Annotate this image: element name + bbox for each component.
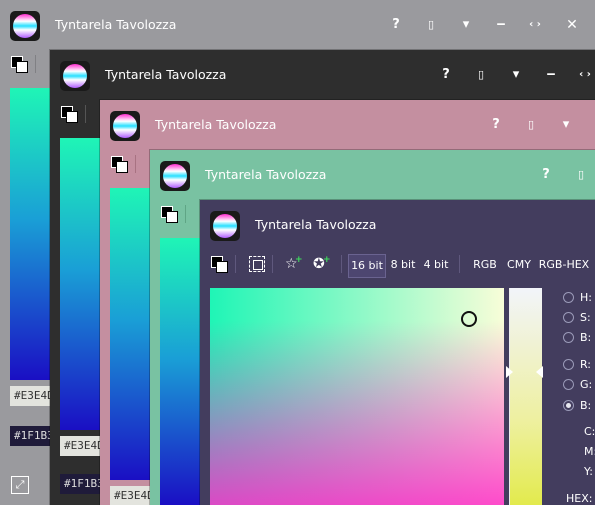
- s-label: S:: [580, 311, 591, 324]
- y-label: Y:: [584, 465, 593, 478]
- g-radio[interactable]: [563, 379, 574, 390]
- color-picker-field[interactable]: [210, 288, 504, 505]
- title-bar[interactable]: Tyntarela Tavolozza ? ▯ ▾ ‒ ‹ ›: [50, 50, 595, 100]
- blue-channel-slider[interactable]: [509, 288, 542, 505]
- toolbar-separator: [35, 55, 36, 73]
- app-logo-icon: [160, 161, 190, 191]
- help-button[interactable]: ?: [435, 64, 457, 86]
- palette-window-5: Tyntarela Tavolozza ☆ + ✪ + 16 bit 8 bit 4…: [200, 200, 595, 505]
- rgb-mode-button[interactable]: RGB: [470, 254, 500, 276]
- help-button[interactable]: ?: [385, 14, 407, 36]
- cmy-mode-button[interactable]: CMY: [504, 254, 534, 276]
- resize-button[interactable]: ‹ ›: [574, 64, 595, 86]
- background-hex-field[interactable]: #1F1B3: [60, 474, 104, 494]
- fg-bg-swatch-icon[interactable]: [11, 56, 28, 73]
- r-radio[interactable]: [563, 359, 574, 370]
- bit-depth-4-button[interactable]: 4 bit: [422, 254, 450, 276]
- toolbar-separator: [272, 255, 273, 273]
- r-label: R:: [580, 358, 592, 371]
- clipboard-button[interactable]: ▯: [570, 164, 592, 186]
- color-gradient-field[interactable]: [60, 138, 102, 430]
- clipboard-button[interactable]: ▯: [420, 14, 442, 36]
- c-label: C:: [584, 425, 595, 438]
- window-title: Tyntarela Tavolozza: [55, 17, 177, 32]
- window-title: Tyntarela Tavolozza: [155, 117, 277, 132]
- title-bar[interactable]: Tyntarela Tavolozza ? ▯ ▾ ‒ ‹ › ✕: [0, 0, 595, 50]
- s-radio[interactable]: [563, 312, 574, 323]
- foreground-hex-field[interactable]: #E3E4D: [110, 486, 154, 505]
- b-rgb-label: B:: [580, 399, 592, 412]
- menu-button[interactable]: ▾: [555, 114, 577, 136]
- rgb-hex-mode-button[interactable]: RGB-HEX: [538, 254, 590, 276]
- slider-right-arrow-icon[interactable]: [536, 366, 543, 378]
- add-favorite-icon[interactable]: ☆ +: [285, 255, 303, 273]
- app-logo-icon: [60, 61, 90, 91]
- app-logo-icon: [10, 11, 40, 41]
- window-title: Tyntarela Tavolozza: [255, 217, 377, 232]
- toolbar-separator: [235, 255, 236, 273]
- fg-bg-swatch-icon[interactable]: [211, 256, 228, 273]
- close-button[interactable]: ✕: [561, 14, 583, 36]
- picker-cursor[interactable]: [461, 311, 477, 327]
- slider-left-arrow-icon[interactable]: [506, 366, 513, 378]
- window-title: Tyntarela Tavolozza: [205, 167, 327, 182]
- background-hex-field[interactable]: #1F1B3: [10, 426, 54, 446]
- clipboard-button[interactable]: ▯: [470, 64, 492, 86]
- b-hsb-label: B:: [580, 331, 592, 344]
- toolbar-separator: [459, 255, 460, 273]
- screen-picker-icon[interactable]: [249, 256, 265, 272]
- help-button[interactable]: ?: [485, 114, 507, 136]
- add-favorite-settings-icon[interactable]: ✪ +: [313, 255, 331, 273]
- h-radio[interactable]: [563, 292, 574, 303]
- expand-icon[interactable]: ⤢: [11, 476, 29, 494]
- minimize-button[interactable]: ‒: [540, 64, 562, 86]
- g-label: G:: [580, 378, 593, 391]
- b-rgb-radio[interactable]: [563, 400, 574, 411]
- foreground-hex-field[interactable]: #E3E4D: [60, 436, 104, 456]
- toolbar-separator: [341, 255, 342, 273]
- help-button[interactable]: ?: [535, 164, 557, 186]
- app-logo-icon: [110, 111, 140, 141]
- menu-button[interactable]: ▾: [455, 14, 477, 36]
- clipboard-button[interactable]: ▯: [520, 114, 542, 136]
- fg-bg-swatch-icon[interactable]: [61, 106, 78, 123]
- window-title: Tyntarela Tavolozza: [105, 67, 227, 82]
- color-gradient-field[interactable]: [160, 238, 202, 505]
- hex-label: HEX:: [566, 492, 593, 505]
- toolbar-separator: [85, 105, 86, 123]
- foreground-hex-field[interactable]: #E3E4D: [10, 386, 54, 406]
- app-logo-icon: [210, 211, 240, 241]
- fg-bg-swatch-icon[interactable]: [161, 206, 178, 223]
- b-hsb-radio[interactable]: [563, 332, 574, 343]
- bit-depth-8-button[interactable]: 8 bit: [389, 254, 417, 276]
- menu-button[interactable]: ▾: [505, 64, 527, 86]
- h-label: H:: [580, 291, 592, 304]
- title-bar[interactable]: Tyntarela Tavolozza ? ▯: [150, 150, 595, 200]
- toolbar-separator: [135, 155, 136, 173]
- title-bar[interactable]: Tyntarela Tavolozza: [200, 200, 595, 250]
- color-gradient-field[interactable]: [110, 188, 152, 480]
- m-label: M:: [584, 445, 595, 458]
- fg-bg-swatch-icon[interactable]: [111, 156, 128, 173]
- color-gradient-field[interactable]: [10, 88, 52, 380]
- minimize-button[interactable]: ‒: [490, 14, 512, 36]
- bit-depth-16-button[interactable]: 16 bit: [348, 254, 386, 278]
- resize-button[interactable]: ‹ ›: [524, 14, 546, 36]
- toolbar-separator: [185, 205, 186, 223]
- title-bar[interactable]: Tyntarela Tavolozza ? ▯ ▾: [100, 100, 595, 150]
